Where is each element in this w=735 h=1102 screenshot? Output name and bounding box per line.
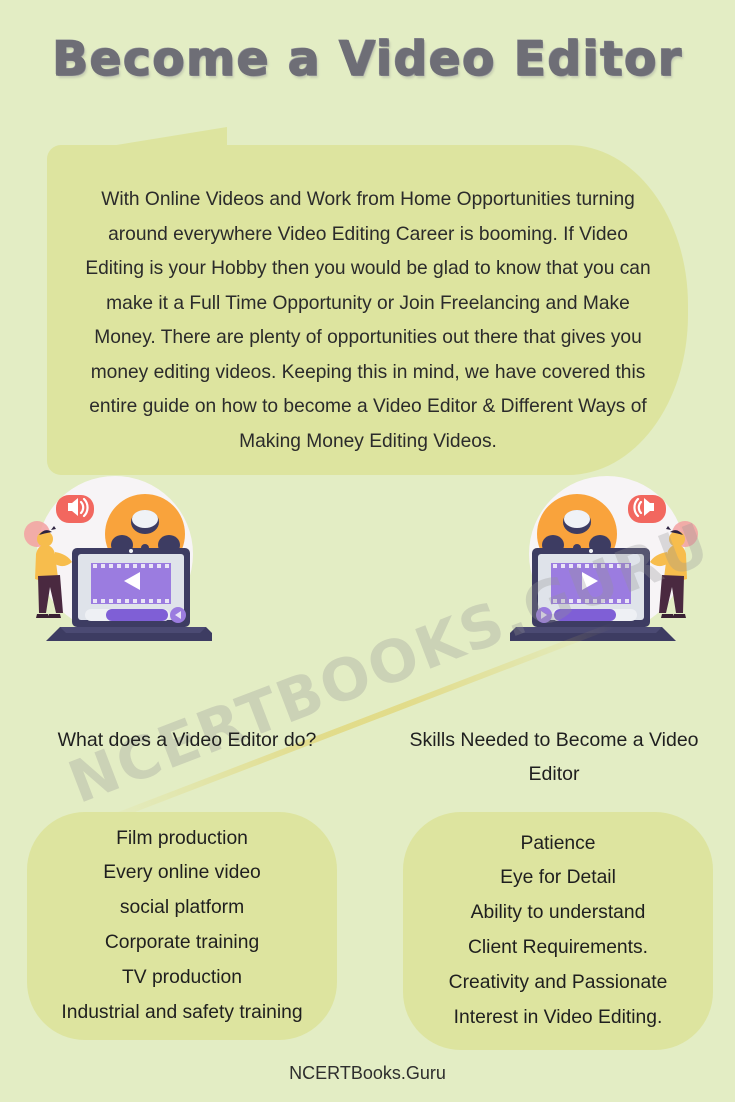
list-item: TV production <box>121 966 243 988</box>
list-item: Every online video <box>103 862 261 884</box>
list-item: Patience <box>520 832 596 854</box>
list-item: Industrial and safety training <box>61 1001 303 1023</box>
intro-speech-bubble: With Online Videos and Work from Home Op… <box>47 127 688 475</box>
list-item: Eye for Detail <box>500 867 616 889</box>
infographic-page: Become a Video Editor With Online Videos… <box>0 0 735 1102</box>
list-item: social platform <box>119 897 245 919</box>
list-item: Client Requirements. <box>467 937 649 958</box>
page-title: Become a Video Editor <box>52 31 683 87</box>
intro-paragraph: With Online Videos and Work from Home Op… <box>85 189 651 452</box>
speaker-icon <box>628 495 666 523</box>
speaker-icon <box>56 495 94 523</box>
section-heading-what-does-a-video-editor-do: What does a Video Editor do? <box>57 729 317 751</box>
speech-bubble-tail <box>51 127 227 153</box>
list-item: Film production <box>116 827 248 849</box>
illustration-video-editing-right <box>502 472 710 647</box>
list-item: Creativity and Passionate <box>448 971 668 993</box>
illustration-video-editing-left <box>12 472 220 647</box>
footer-brand: NCERTBooks.Guru <box>289 1063 446 1083</box>
card-video-editor-duties: Film production Every online video socia… <box>27 812 337 1040</box>
section-heading-skills-needed: Skills Needed to Become a Video Editor <box>409 729 699 785</box>
list-item: Ability to understand <box>470 902 646 924</box>
card-video-editor-skills: Patience Eye for Detail Ability to under… <box>403 812 713 1050</box>
list-item: Interest in Video Editing. <box>453 1006 663 1028</box>
list-item: Corporate training <box>104 932 260 953</box>
